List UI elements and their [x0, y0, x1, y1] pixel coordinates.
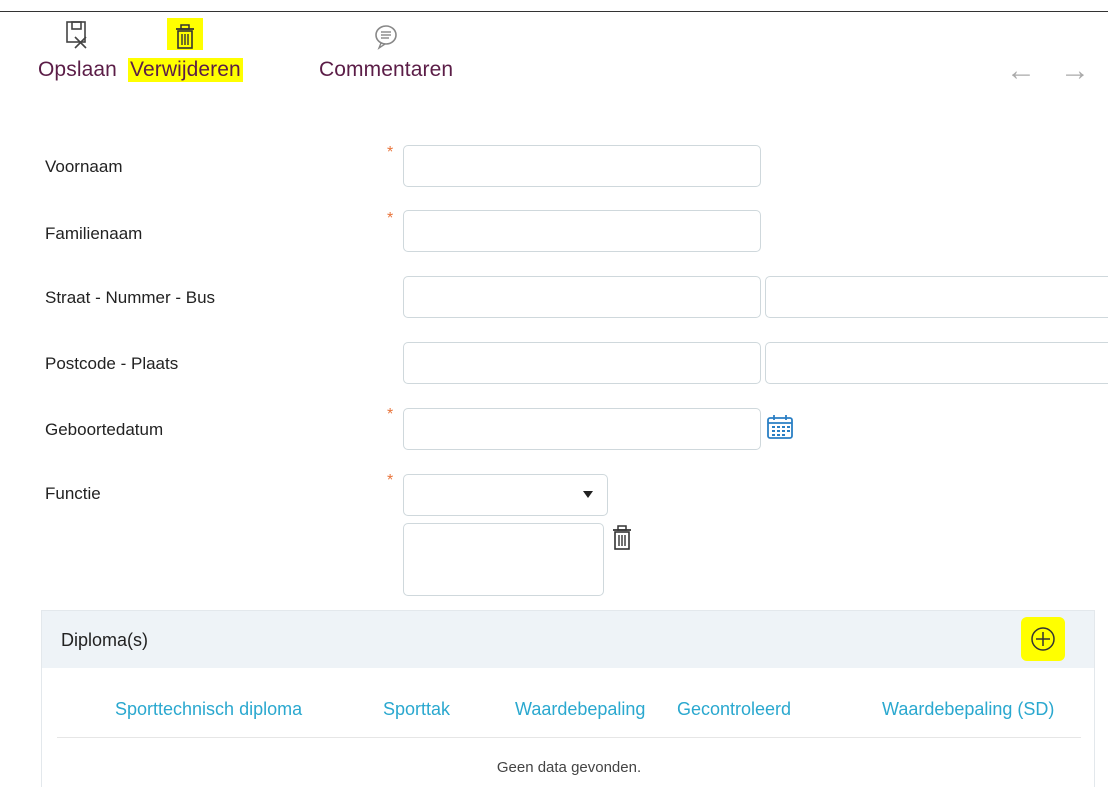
comment-icon	[373, 18, 399, 50]
function-label: Functie	[45, 484, 101, 503]
last-name-input[interactable]	[403, 210, 761, 252]
comments-label: Commentaren	[319, 58, 454, 81]
delete-button[interactable]: Verwijderen	[128, 18, 243, 82]
house-number-input[interactable]	[765, 276, 1108, 318]
postal-code-input[interactable]	[403, 342, 761, 384]
postal-label: Postcode - Plaats	[45, 354, 179, 373]
first-name-label: Voornaam	[45, 157, 123, 176]
column-header[interactable]: Gecontroleerd	[677, 699, 791, 720]
required-mark: *	[387, 406, 394, 423]
empty-state-text: Geen data gevonden.	[496, 759, 642, 776]
table-divider	[57, 737, 1081, 738]
diplomas-panel-header: Diploma(s)	[42, 611, 1094, 668]
comments-button[interactable]: Commentaren	[319, 18, 453, 82]
add-diploma-button[interactable]	[1021, 617, 1065, 661]
delete-label: Verwijderen	[128, 58, 243, 82]
street-input[interactable]	[403, 276, 761, 318]
trash-icon[interactable]	[611, 523, 633, 556]
function-textarea[interactable]	[403, 523, 604, 596]
column-header[interactable]: Sporttechnisch diploma	[115, 699, 302, 720]
birthdate-input[interactable]	[403, 408, 761, 450]
save-label: Opslaan	[38, 58, 117, 81]
chevron-down-icon	[583, 491, 593, 498]
trash-icon	[167, 18, 204, 50]
column-header[interactable]: Sporttak	[383, 699, 450, 720]
save-icon	[64, 18, 90, 50]
first-name-input[interactable]	[403, 145, 761, 187]
arrow-right-icon[interactable]: →	[1060, 56, 1090, 86]
column-header[interactable]: Waardebepaling	[515, 699, 645, 720]
arrow-left-icon[interactable]: ←	[1006, 56, 1036, 86]
diplomas-panel: Diploma(s) Sporttechnisch diploma Sportt…	[41, 610, 1095, 787]
required-mark: *	[387, 472, 394, 489]
calendar-icon[interactable]	[766, 414, 794, 445]
last-name-label: Familienaam	[45, 224, 143, 243]
required-mark: *	[387, 210, 394, 227]
diplomas-title: Diploma(s)	[61, 630, 149, 650]
required-mark: *	[387, 144, 394, 161]
city-input[interactable]	[765, 342, 1108, 384]
function-select[interactable]	[403, 474, 608, 516]
birthdate-label: Geboortedatum	[45, 420, 164, 439]
save-button[interactable]: Opslaan	[38, 18, 117, 82]
column-header[interactable]: Waardebepaling (SD)	[882, 699, 1054, 720]
top-divider	[0, 11, 1108, 12]
plus-circle-icon	[1031, 627, 1055, 651]
street-label: Straat - Nummer - Bus	[45, 288, 216, 307]
